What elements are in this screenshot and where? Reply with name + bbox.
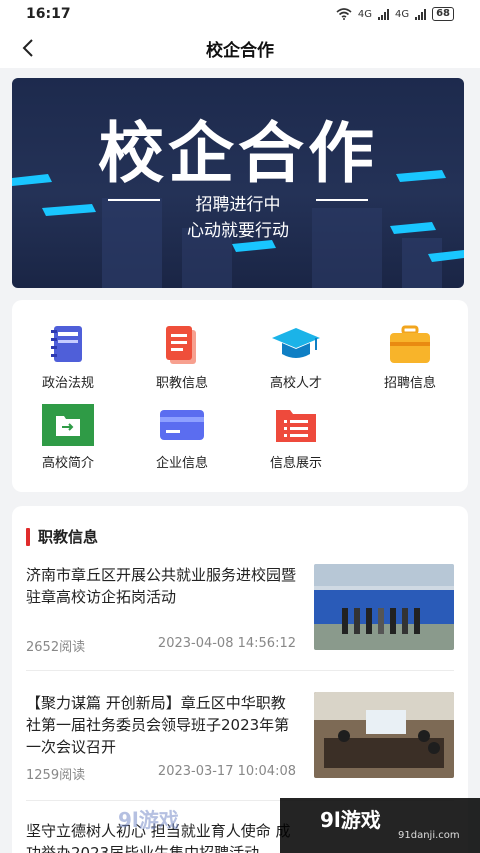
menu-grid: 政治法规 职教信息 高校人才 招聘信息 高校简介 企业信息 信息展示 (12, 300, 468, 492)
notebook-icon (51, 326, 82, 362)
news-meta: 1259阅读 2023-03-17 10:04:08 (26, 764, 296, 783)
graduation-cap-icon (272, 328, 320, 358)
network-label-2: 4G (394, 8, 410, 20)
news-item[interactable]: 【聚力谋篇 开创新局】章丘区中华职教社第一届社务委员会领导班子2023年第一次会… (26, 692, 454, 784)
battery-icon: 68 (432, 7, 454, 21)
news-meta: 2652阅读 2023-04-08 14:56:12 (26, 636, 296, 655)
status-time: 16:17 (26, 6, 71, 22)
menu-item-college-intro[interactable]: 高校简介 (18, 404, 118, 471)
banner[interactable]: 校企合作 招聘进行中 心动就要行动 (12, 78, 464, 288)
banner-title: 校企合作 (98, 114, 378, 192)
menu-item-policy[interactable]: 政治法规 (18, 324, 118, 391)
page-title: 校企合作 (206, 40, 274, 61)
news-thumbnail (314, 564, 454, 650)
briefcase-icon (390, 325, 430, 363)
read-count: 2652阅读 (26, 640, 86, 655)
status-icons: 4G 4G 68 (336, 7, 454, 21)
menu-label: 信息展示 (269, 456, 322, 471)
status-bar: 16:17 4G 4G 68 (0, 0, 480, 28)
banner-subtitle: 招聘进行中 (195, 195, 281, 215)
card-icon (160, 410, 204, 440)
menu-label: 高校简介 (41, 456, 94, 471)
news-item[interactable]: 济南市章丘区开展公共就业服务进校园暨驻章高校访企拓岗活动 2652阅读 2023… (26, 564, 454, 655)
menu-item-recruitment[interactable]: 招聘信息 (360, 324, 460, 391)
list-folder-icon (276, 410, 316, 442)
document-icon (166, 326, 196, 364)
watermark-site: 91danji.com (398, 830, 460, 841)
news-thumbnail (314, 692, 454, 778)
menu-label: 企业信息 (155, 456, 208, 471)
watermark-brand: 9l游戏 (320, 808, 381, 832)
read-count: 1259阅读 (26, 768, 86, 783)
section-title: 职教信息 (38, 528, 99, 546)
section-header: 职教信息 (26, 526, 98, 547)
divider (26, 670, 454, 671)
signal-icon-2 (415, 8, 427, 20)
news-title: 济南市章丘区开展公共就业服务进校园暨驻章高校访企拓岗活动 (26, 566, 297, 606)
menu-item-college-talent[interactable]: 高校人才 (246, 324, 346, 391)
menu-item-vocational-info[interactable]: 职教信息 (132, 324, 232, 391)
back-button[interactable] (14, 34, 42, 62)
menu-item-info-display[interactable]: 信息展示 (246, 404, 346, 471)
banner-slogan: 心动就要行动 (187, 221, 289, 241)
publish-time: 2023-04-08 14:56:12 (157, 636, 296, 651)
publish-time: 2023-03-17 10:04:08 (157, 764, 296, 779)
news-title: 【聚力谋篇 开创新局】章丘区中华职教社第一届社务委员会领导班子2023年第一次会… (26, 694, 290, 756)
wifi-icon (336, 8, 352, 20)
network-label-1: 4G (357, 8, 372, 20)
menu-label: 招聘信息 (383, 376, 436, 391)
menu-label: 职教信息 (155, 376, 208, 391)
watermark: 9l游戏 91danji.com (280, 798, 480, 853)
menu-label: 高校人才 (269, 376, 322, 391)
watermark-faded: 9l游戏 (118, 808, 179, 832)
chevron-left-icon (22, 39, 33, 57)
menu-label: 政治法规 (41, 376, 94, 391)
section-accent-bar (26, 527, 30, 546)
menu-item-company-info[interactable]: 企业信息 (132, 404, 232, 471)
nav-bar: 校企合作 (0, 28, 480, 68)
folder-icon (42, 404, 94, 446)
signal-icon (377, 8, 389, 20)
